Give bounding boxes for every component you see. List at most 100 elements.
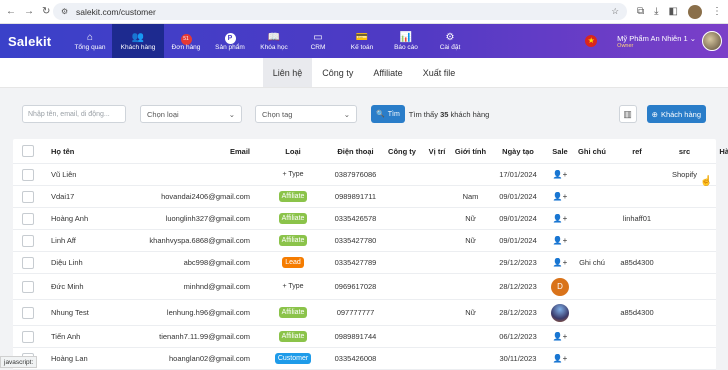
assign-user-icon[interactable]: 👤+	[553, 214, 568, 223]
customer-name[interactable]: Đức Minh	[43, 282, 138, 291]
col-company[interactable]: Công ty	[383, 147, 421, 156]
sale-avatar[interactable]: D	[551, 278, 569, 296]
customer-name[interactable]: Tiến Anh	[43, 332, 138, 341]
table-row[interactable]: Vũ Liên+ Type038797608617/01/2024👤+Shopi…	[13, 164, 716, 186]
col-email[interactable]: Email	[138, 147, 258, 156]
sale-avatar[interactable]	[551, 304, 569, 322]
search-input[interactable]: Nhập tên, email, di động...	[22, 105, 126, 123]
plus-circle-icon: ⊕	[652, 110, 658, 119]
col-position[interactable]: Vị trí	[421, 147, 453, 156]
columns-icon[interactable]: ▥	[619, 105, 637, 123]
download-icon[interactable]: ⤓	[654, 6, 658, 17]
menu-item-8[interactable]: ⚙Cài đặt	[428, 24, 472, 58]
table-row[interactable]: Tiến Anhtienanh7.11.99@gmail.com Affiliat…	[13, 326, 716, 348]
tag-select[interactable]: Chọn tag⌄	[255, 105, 357, 123]
customer-sale: 👤+	[548, 236, 572, 245]
customer-name[interactable]: Nhung Test	[43, 308, 138, 317]
table-row[interactable]: Đức Minhminhnd@gmail.com+ Type0969617028…	[13, 274, 716, 300]
customer-name[interactable]: Hoàng Anh	[43, 214, 138, 223]
assign-user-icon[interactable]: 👤+	[553, 332, 568, 341]
customer-name[interactable]: Diệu Linh	[43, 258, 138, 267]
menu-item-4[interactable]: 📖Khóa học	[252, 24, 296, 58]
col-phone[interactable]: Điện thoại	[328, 147, 383, 156]
home-icon: ⌂	[87, 31, 93, 44]
browser-menu-icon[interactable]: ⋮	[712, 6, 722, 17]
table-row[interactable]: Hoàng Lanhoanglan02@gmail.comCustomer033…	[13, 348, 716, 370]
bookmark-star-icon[interactable]: ☆	[611, 6, 619, 17]
type-badge[interactable]: Customer	[275, 353, 311, 364]
type-badge[interactable]: Affiliate	[279, 307, 308, 318]
user-avatar[interactable]	[702, 31, 722, 51]
customer-name[interactable]: Linh Aff	[43, 236, 138, 245]
reload-icon[interactable]: ↻	[42, 6, 50, 17]
table-row[interactable]: Hoàng Anhluonglinh327@gmail.comAffiliate…	[13, 208, 716, 230]
forward-icon[interactable]: →	[24, 6, 34, 17]
menu-label: Khách hàng	[121, 44, 156, 51]
customer-name[interactable]: Vdai17	[43, 192, 138, 201]
col-type[interactable]: Loại	[258, 147, 328, 156]
tab-3[interactable]: Xuất file	[413, 58, 466, 87]
site-info-icon[interactable]: ⚙	[61, 7, 71, 16]
address-bar[interactable]: ⚙ salekit.com/customer ☆	[53, 3, 627, 20]
select-all-checkbox[interactable]	[22, 145, 34, 157]
row-checkbox[interactable]	[22, 307, 34, 319]
row-actions-cell: ⋮	[707, 257, 728, 268]
row-checkbox[interactable]	[22, 235, 34, 247]
row-select-cell	[13, 307, 43, 319]
row-checkbox[interactable]	[22, 191, 34, 203]
menu-item-6[interactable]: 💳Kế toán	[340, 24, 384, 58]
row-checkbox[interactable]	[22, 331, 34, 343]
salekit-logo[interactable]: Salekit	[0, 24, 68, 58]
assign-user-icon[interactable]: 👤+	[553, 236, 568, 245]
customer-name[interactable]: Hoàng Lan	[43, 354, 138, 363]
col-src[interactable]: src	[662, 147, 707, 156]
search-button[interactable]: 🔍Tìm	[371, 105, 405, 123]
col-action: Hành động	[707, 147, 728, 156]
assign-user-icon[interactable]: 👤+	[553, 258, 568, 267]
tab-0[interactable]: Liên hệ	[263, 58, 313, 87]
tab-2[interactable]: Affiliate	[363, 58, 412, 87]
row-checkbox[interactable]	[22, 257, 34, 269]
menu-item-2[interactable]: 51Đơn hàng	[164, 24, 208, 58]
tab-1[interactable]: Công ty	[312, 58, 363, 87]
col-created[interactable]: Ngày tạo	[488, 147, 548, 156]
type-select[interactable]: Chọn loại⌄	[140, 105, 242, 123]
assign-user-icon[interactable]: 👤+	[553, 170, 568, 179]
menu-item-5[interactable]: ▭CRM	[296, 24, 340, 58]
col-name[interactable]: Họ tên	[43, 147, 138, 156]
col-sale[interactable]: Sale	[548, 147, 572, 156]
back-icon[interactable]: ←	[6, 6, 16, 17]
menu-label: Khóa học	[260, 44, 287, 51]
col-gender[interactable]: Giới tính	[453, 147, 488, 156]
add-customer-button[interactable]: ⊕Khách hàng	[647, 105, 706, 123]
vietnam-flag-icon[interactable]: ★	[585, 35, 597, 47]
row-checkbox[interactable]	[22, 213, 34, 225]
assign-user-icon[interactable]: 👤+	[553, 354, 568, 363]
sidepanel-icon[interactable]: ◧	[669, 6, 678, 17]
customer-name[interactable]: Vũ Liên	[43, 170, 138, 179]
user-area[interactable]: ★ Mỹ Phẩm An Nhiên 1 ⌄ Owner	[585, 24, 728, 58]
col-note[interactable]: Ghi chú	[572, 147, 612, 156]
assign-user-icon[interactable]: 👤+	[553, 192, 568, 201]
row-checkbox[interactable]	[22, 281, 34, 293]
type-badge[interactable]: Affiliate	[279, 331, 308, 342]
add-type-button[interactable]: + Type	[282, 171, 303, 178]
table-row[interactable]: Nhung Testlenhung.h96@gmail.comAffiliate…	[13, 300, 716, 326]
extensions-icon[interactable]: ⧉	[637, 6, 644, 17]
type-badge[interactable]: Affiliate	[279, 235, 308, 246]
type-badge[interactable]: Affiliate	[279, 213, 308, 224]
type-badge[interactable]: Affiliate	[279, 191, 308, 202]
table-row[interactable]: Diệu Linhabc998@gmail.comLead03354277892…	[13, 252, 716, 274]
table-row[interactable]: Vdai17hovandai2406@gmail.comAffiliate098…	[13, 186, 716, 208]
col-ref[interactable]: ref	[612, 147, 662, 156]
menu-item-7[interactable]: 📊Báo cáo	[384, 24, 428, 58]
menu-item-1[interactable]: 👥Khách hàng	[112, 24, 164, 58]
table-row[interactable]: Linh Affkhanhvyspa.6868@gmail.comAffilia…	[13, 230, 716, 252]
customer-email: tienanh7.11.99@gmail.com	[138, 332, 258, 341]
type-badge[interactable]: Lead	[282, 257, 304, 268]
menu-item-3[interactable]: PSản phẩm	[208, 24, 252, 58]
profile-avatar[interactable]	[688, 5, 702, 19]
menu-item-0[interactable]: ⌂Tổng quan	[68, 24, 112, 58]
row-checkbox[interactable]	[22, 169, 34, 181]
add-type-button[interactable]: + Type	[282, 283, 303, 290]
